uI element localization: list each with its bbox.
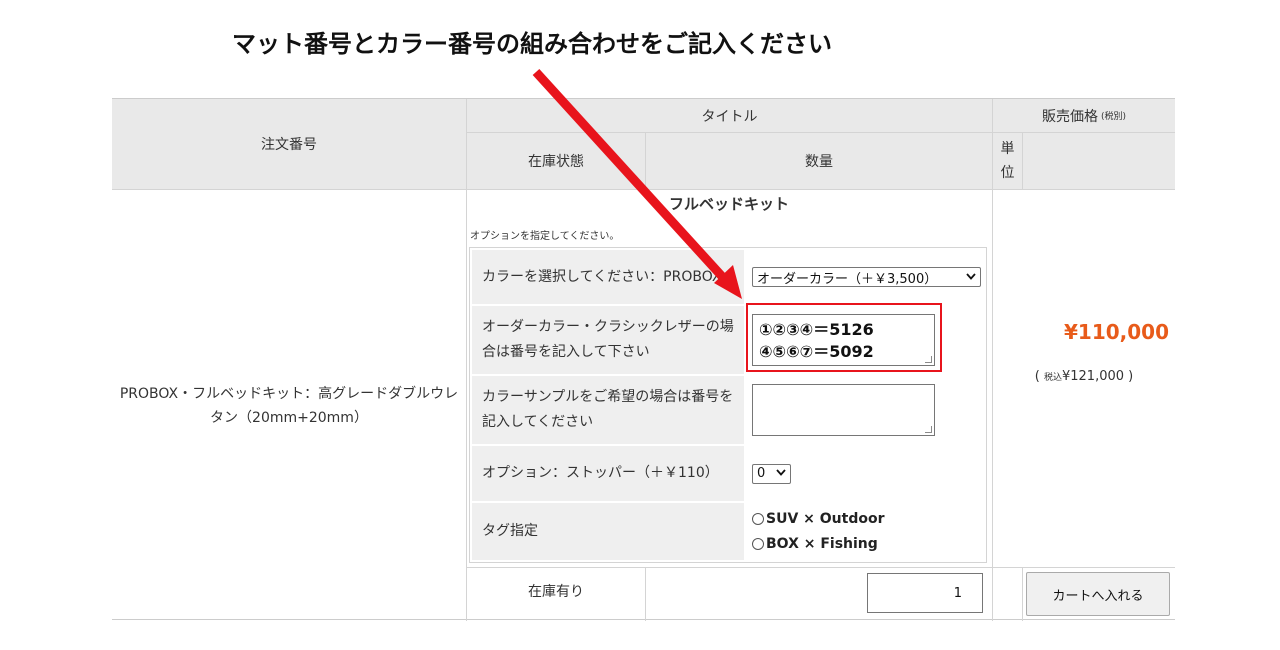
red-arrow-icon xyxy=(532,68,742,299)
arrow-shaft xyxy=(532,68,732,287)
